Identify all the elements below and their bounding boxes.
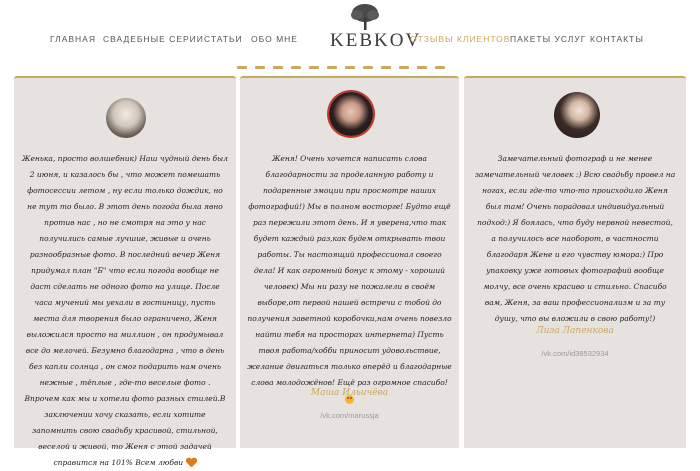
pagination-dot[interactable] — [417, 66, 427, 69]
nav-contacts[interactable]: КОНТАКТЫ — [590, 34, 644, 44]
pagination-dot[interactable] — [363, 66, 373, 69]
pagination-dot[interactable] — [435, 66, 445, 69]
nav-wedding-series[interactable]: СВАДЕБНЫЕ СЕРИИ — [103, 34, 204, 44]
review-text: Замечательный фотограф и не менее замеча… — [474, 154, 676, 323]
nav-home[interactable]: ГЛАВНАЯ — [50, 34, 96, 44]
review-author-link[interactable]: /vk.com/marussja — [240, 411, 459, 420]
review-author: Маша Ильичёва — [310, 388, 389, 398]
logo-text: KEBKOV — [330, 30, 422, 51]
pagination-dot[interactable] — [255, 66, 265, 69]
nav-about[interactable]: ОБО МНЕ — [251, 34, 298, 44]
pagination-dot[interactable] — [381, 66, 391, 69]
pagination-dot[interactable] — [291, 66, 301, 69]
nav-articles[interactable]: СТАТЬИ — [204, 34, 243, 44]
nav-client-reviews[interactable]: ОТЗЫВЫ КЛИЕНТОВ — [410, 34, 510, 44]
review-author: Лиза Лапенкова — [536, 326, 614, 336]
pagination-dot[interactable] — [273, 66, 283, 69]
review-author-link[interactable]: /vk.com/id38532934 — [464, 349, 686, 358]
heart-emoji-icon — [186, 458, 197, 468]
review-card: Женька, просто волшебник) Наш чудный ден… — [14, 76, 236, 467]
review-card: Замечательный фотограф и не менее замеча… — [464, 76, 686, 448]
pagination-dot[interactable] — [345, 66, 355, 69]
avatar — [329, 92, 373, 136]
pagination-dot[interactable] — [327, 66, 337, 69]
pagination-dot[interactable] — [309, 66, 319, 69]
site-logo[interactable]: KEBKOV — [330, 2, 422, 54]
avatar — [106, 98, 146, 138]
review-text: Женя! Очень хочется написать слова благо… — [246, 151, 453, 407]
site-header: KEBKOV ГЛАВНАЯ СВАДЕБНЫЕ СЕРИИ СТАТЬИ ОБ… — [0, 0, 700, 80]
review-card: Женя! Очень хочется написать слова благо… — [240, 76, 459, 448]
nav-service-packages[interactable]: ПАКЕТЫ УСЛУГ — [510, 34, 586, 44]
slider-pagination — [237, 66, 463, 70]
pagination-dot[interactable] — [399, 66, 409, 69]
review-text: Женька, просто волшебник) Наш чудный ден… — [22, 154, 228, 468]
pagination-dot[interactable] — [237, 66, 247, 69]
avatar — [554, 92, 600, 138]
tree-logo-icon — [351, 4, 379, 30]
